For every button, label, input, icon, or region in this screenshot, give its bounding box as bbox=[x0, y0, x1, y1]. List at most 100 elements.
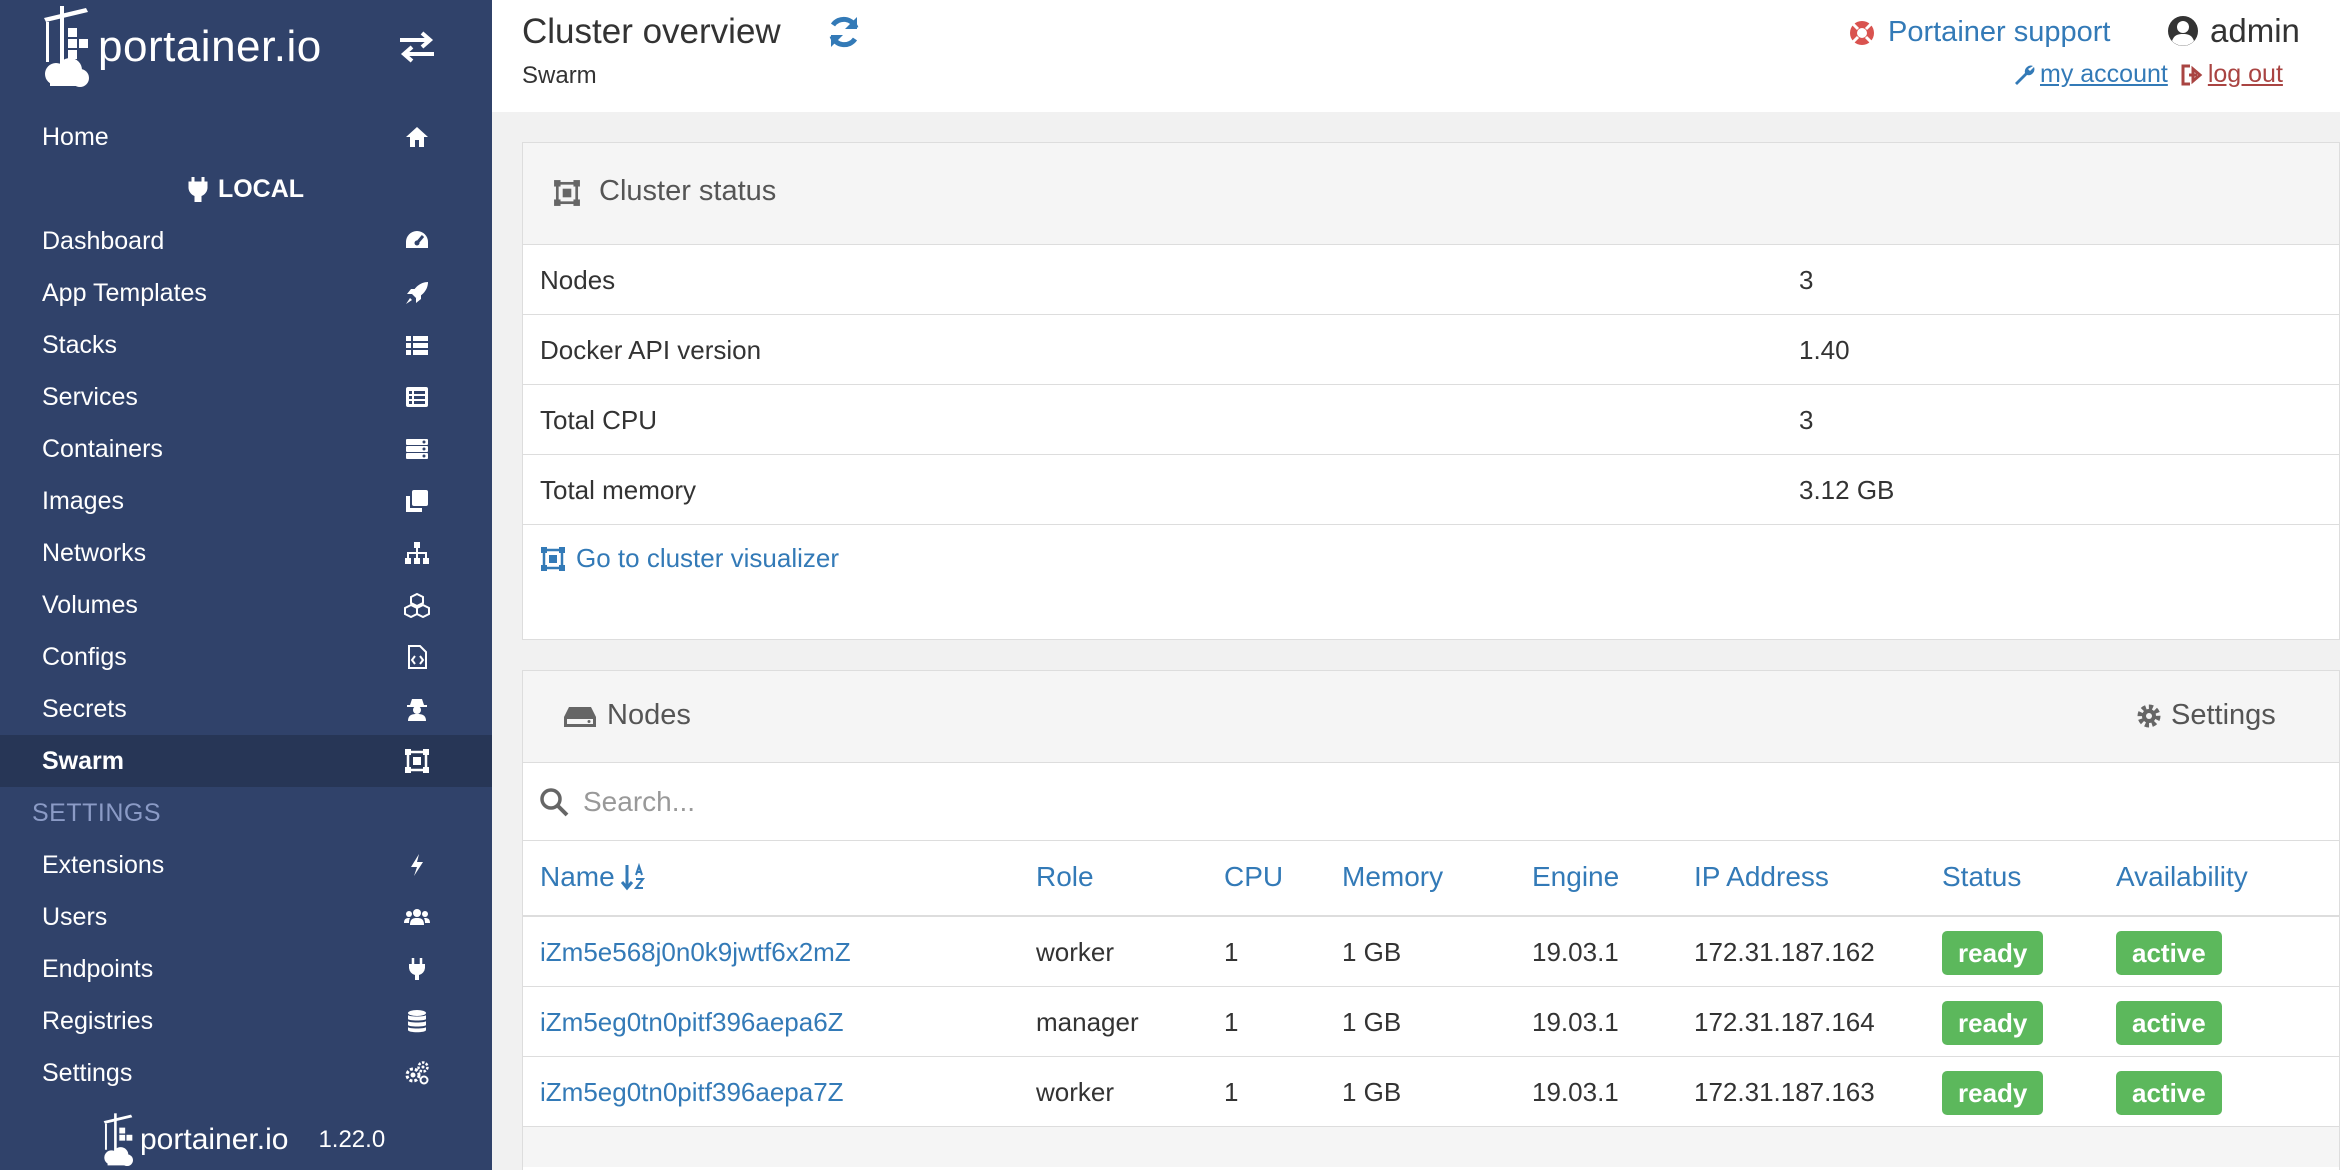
sort-alpha-icon bbox=[620, 863, 645, 891]
sidebar-item-users[interactable]: Users bbox=[0, 891, 492, 943]
cluster-status-row: Total memory 3.12 GB bbox=[523, 455, 2339, 525]
sidebar-item-label: Endpoints bbox=[42, 954, 154, 983]
node-ip: 172.31.187.164 bbox=[1694, 1007, 1875, 1037]
row-key: Total memory bbox=[540, 475, 697, 505]
logout-link[interactable]: log out bbox=[2208, 60, 2283, 89]
column-header-status[interactable]: Status bbox=[1942, 861, 2021, 893]
node-engine: 19.03.1 bbox=[1532, 937, 1619, 967]
node-cpu: 1 bbox=[1224, 1077, 1239, 1107]
endpoint-header: LOCAL bbox=[0, 163, 492, 215]
portainer-logo[interactable]: portainer.io bbox=[40, 4, 322, 90]
username: admin bbox=[2210, 12, 2300, 49]
cluster-status-row: Nodes 3 bbox=[523, 245, 2339, 315]
sidebar: portainer.io Home LOCAL Dashboard App Te… bbox=[0, 0, 492, 1170]
row-key: Total CPU bbox=[540, 405, 658, 435]
sidebar-item-networks[interactable]: Networks bbox=[0, 527, 492, 579]
node-memory: 1 GB bbox=[1342, 937, 1402, 967]
footer-logo-text: portainer.io bbox=[140, 1123, 289, 1156]
sidebar-item-volumes[interactable]: Volumes bbox=[0, 579, 492, 631]
portainer-logo-icon bbox=[44, 6, 89, 87]
sidebar-toggle-button[interactable] bbox=[398, 30, 436, 64]
column-header-engine[interactable]: Engine bbox=[1532, 861, 1619, 893]
cubes-icon bbox=[404, 592, 430, 618]
cluster-status-panel: Cluster status Nodes 3 Docker API versio… bbox=[522, 142, 2340, 640]
my-account-link[interactable]: my account bbox=[2040, 60, 2168, 89]
sidebar-item-registries[interactable]: Registries bbox=[0, 995, 492, 1047]
sidebar-item-secrets[interactable]: Secrets bbox=[0, 683, 492, 735]
user-info: admin bbox=[2166, 12, 2300, 50]
column-header-role[interactable]: Role bbox=[1036, 861, 1094, 893]
brand: portainer.io bbox=[0, 0, 492, 98]
sidebar-item-label: Dashboard bbox=[42, 226, 165, 255]
sidebar-item-containers[interactable]: Containers bbox=[0, 423, 492, 475]
table-row: iZm5e568j0n0k9jwtf6x2mZ worker 1 1 GB 19… bbox=[523, 917, 2339, 987]
wrench-icon bbox=[2015, 65, 2035, 85]
column-header-ip-address[interactable]: IP Address bbox=[1694, 861, 1829, 893]
sign-out-icon bbox=[2181, 64, 2203, 85]
sidebar-item-label: Settings bbox=[42, 1058, 133, 1087]
cluster-visualizer-link[interactable]: Go to cluster visualizer bbox=[540, 543, 839, 574]
users-icon bbox=[404, 909, 430, 925]
status-badge: ready bbox=[1942, 931, 2044, 975]
sidebar-item-endpoints[interactable]: Endpoints bbox=[0, 943, 492, 995]
sidebar-item-app-templates[interactable]: App Templates bbox=[0, 267, 492, 319]
sidebar-item-dashboard[interactable]: Dashboard bbox=[0, 215, 492, 267]
sidebar-item-settings[interactable]: Settings bbox=[0, 1047, 492, 1099]
life-ring-icon bbox=[1850, 20, 1874, 45]
sidebar-item-stacks[interactable]: Stacks bbox=[0, 319, 492, 371]
object-group-icon bbox=[541, 546, 565, 571]
column-header-cpu[interactable]: CPU bbox=[1224, 861, 1283, 893]
column-header-availability[interactable]: Availability bbox=[2116, 861, 2248, 893]
sidebar-item-services[interactable]: Services bbox=[0, 371, 492, 423]
sidebar-item-swarm[interactable]: Swarm bbox=[0, 735, 492, 787]
sidebar-footer: portainer.io 1.22.0 bbox=[100, 1112, 385, 1168]
row-value: 3 bbox=[1799, 265, 1814, 295]
column-header-memory[interactable]: Memory bbox=[1342, 861, 1443, 893]
nodes-title: Nodes bbox=[607, 699, 691, 731]
status-badge: ready bbox=[1942, 1071, 2044, 1115]
node-memory: 1 GB bbox=[1342, 1077, 1402, 1107]
search-bar bbox=[523, 763, 2339, 841]
node-ip: 172.31.187.163 bbox=[1694, 1077, 1875, 1107]
sidebar-item-home[interactable]: Home bbox=[0, 111, 492, 163]
sidebar-item-configs[interactable]: Configs bbox=[0, 631, 492, 683]
node-name-link[interactable]: iZm5eg0tn0pitf396aepa6Z bbox=[540, 1007, 844, 1038]
availability-badge: active bbox=[2116, 1001, 2222, 1045]
sidebar-item-images[interactable]: Images bbox=[0, 475, 492, 527]
node-role: manager bbox=[1036, 1007, 1139, 1037]
file-code-icon bbox=[408, 645, 427, 669]
object-group-icon bbox=[554, 180, 580, 206]
sidebar-item-label: Images bbox=[42, 486, 124, 515]
list-icon bbox=[406, 336, 428, 355]
settings-section-header: SETTINGS bbox=[32, 799, 162, 827]
sitemap-icon bbox=[405, 542, 429, 564]
portainer-support-link[interactable]: Portainer support bbox=[1848, 16, 2110, 49]
node-cpu: 1 bbox=[1224, 937, 1239, 967]
version-label: 1.22.0 bbox=[318, 1126, 386, 1153]
gear-icon bbox=[2137, 704, 2161, 727]
page-title: Cluster overview bbox=[522, 12, 781, 51]
plug-icon bbox=[409, 958, 425, 980]
sidebar-item-label: Users bbox=[42, 902, 108, 931]
bolt-icon bbox=[411, 854, 423, 876]
search-icon bbox=[540, 788, 569, 817]
table-settings-button[interactable]: Settings bbox=[2135, 699, 2276, 732]
sidebar-item-label: Containers bbox=[42, 434, 163, 463]
node-name-link[interactable]: iZm5eg0tn0pitf396aepa7Z bbox=[540, 1077, 844, 1108]
sidebar-item-label: Stacks bbox=[42, 330, 118, 359]
support-label: Portainer support bbox=[1888, 16, 2111, 48]
list-alt-icon bbox=[406, 387, 428, 407]
sidebar-item-label: Configs bbox=[42, 642, 127, 671]
refresh-button[interactable] bbox=[826, 14, 862, 50]
node-name-link[interactable]: iZm5e568j0n0k9jwtf6x2mZ bbox=[540, 937, 851, 968]
server-icon bbox=[406, 439, 428, 459]
cogs-icon bbox=[405, 1061, 429, 1085]
sidebar-item-label: Volumes bbox=[42, 590, 138, 619]
search-input[interactable] bbox=[583, 777, 2283, 827]
availability-badge: active bbox=[2116, 931, 2222, 975]
sidebar-item-label: Home bbox=[42, 122, 109, 151]
sidebar-item-extensions[interactable]: Extensions bbox=[0, 839, 492, 891]
column-header-name[interactable]: Name bbox=[540, 861, 647, 893]
row-value: 3 bbox=[1799, 405, 1814, 435]
table-row: iZm5eg0tn0pitf396aepa7Z worker 1 1 GB 19… bbox=[523, 1057, 2339, 1127]
